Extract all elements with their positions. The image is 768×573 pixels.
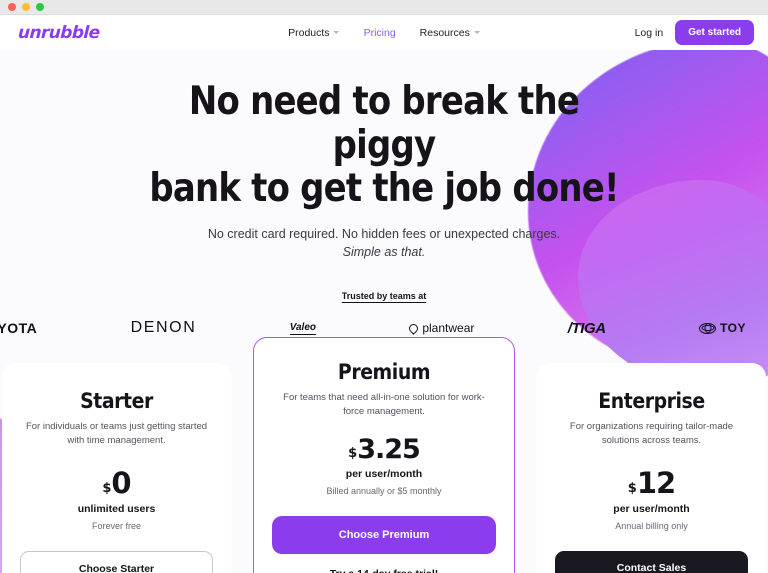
choose-starter-button[interactable]: Choose Starter	[20, 550, 213, 573]
nav-label-pricing: Pricing	[363, 26, 396, 39]
plan-price-note-premium: Billed annually or $5 monthly	[326, 485, 442, 496]
brand-text-toyota-partial: OYOTA	[0, 320, 38, 337]
hero-section: No need to break the piggy bank to get t…	[0, 50, 768, 337]
nav-item-resources[interactable]: Resources	[420, 27, 480, 39]
page-title: No need to break the piggy bank to get t…	[140, 80, 627, 211]
get-started-button[interactable]: Get started	[675, 20, 754, 45]
nav-label-resources: Resources	[419, 26, 470, 39]
currency-symbol: $	[102, 480, 112, 496]
brand-text-valeo: Valeo	[289, 321, 316, 333]
currency-symbol: $	[348, 445, 358, 461]
price-amount: 3.25	[357, 433, 421, 465]
nav-label-products: Products	[288, 26, 330, 39]
hero-subtitle: No credit card required. No hidden fees …	[0, 225, 768, 261]
plan-price-unit-enterprise: per user/month	[613, 502, 690, 515]
site-header: unrubble Products Pricing Resources Log …	[0, 15, 768, 50]
hero-subtitle-line-1: No credit card required. No hidden fees …	[207, 227, 561, 242]
plan-price-note-enterprise: Annual billing only	[615, 520, 688, 531]
pricing-cards: Starter For individuals or teams just ge…	[0, 337, 768, 573]
plan-price-starter: $ 0	[20, 465, 213, 500]
plan-price-unit-premium: per user/month	[345, 467, 423, 480]
plan-title-enterprise: Enterprise	[598, 389, 705, 413]
price-amount: 12	[636, 465, 676, 500]
plan-price-block-premium: $ 3.25 per user/month Billed annually or…	[272, 436, 496, 496]
plan-price-block-enterprise: $ 12 per user/month Annual billing only	[555, 465, 748, 531]
page-root: unrubble Products Pricing Resources Log …	[0, 0, 768, 573]
pricing-card-enterprise: Enterprise For organizations requiring t…	[537, 363, 766, 573]
price-amount: 0	[111, 465, 131, 500]
toyota-emblem-icon	[699, 322, 717, 334]
brand-text-stiga: /TIGA	[567, 319, 606, 337]
leaf-icon	[407, 321, 421, 335]
headline-line-1: No need to break the piggy	[188, 79, 580, 168]
contact-sales-button[interactable]: Contact Sales	[555, 550, 748, 573]
nav-item-pricing[interactable]: Pricing	[364, 27, 396, 39]
trusted-logos-row: OYOTA DENON Valeo plantwear /TIGA TOY	[0, 319, 754, 337]
brand-text-plantwear: plantwear	[422, 321, 475, 336]
plan-price-block-starter: $ 0 unlimited users Forever free	[20, 465, 213, 531]
plan-price-unit-starter: unlimited users	[77, 502, 156, 515]
pricing-card-starter: Starter For individuals or teams just ge…	[2, 363, 231, 573]
chevron-down-icon	[333, 31, 340, 34]
brand-text-denon: DENON	[130, 319, 197, 337]
pricing-card-premium: Premium For teams that need all-in-one s…	[253, 337, 515, 573]
brand-logo-denon: DENON	[131, 319, 197, 337]
minimize-window-icon[interactable]	[22, 3, 30, 11]
brand-logo-toyota-partial: OYOTA	[0, 320, 37, 336]
window-chrome	[0, 0, 768, 15]
plan-title-premium: Premium	[337, 360, 431, 384]
currency-symbol: $	[627, 480, 637, 496]
maximize-window-icon[interactable]	[36, 3, 44, 11]
plan-price-premium: $ 3.25	[272, 436, 496, 463]
plan-title-starter: Starter	[80, 389, 153, 413]
headline-line-2: bank to get the job done!	[149, 166, 619, 212]
login-link[interactable]: Log in	[635, 27, 664, 39]
plan-description-enterprise: For organizations requiring tailor-made …	[569, 421, 734, 447]
brand-text-toyota: TOY	[720, 321, 746, 336]
brand-logo-valeo: Valeo	[289, 321, 316, 335]
main-navigation: Products Pricing Resources	[288, 27, 480, 39]
close-window-icon[interactable]	[8, 3, 16, 11]
brand-logo-toyota: TOY	[699, 321, 746, 335]
brand-logo-stiga: /TIGA	[568, 320, 606, 337]
plan-price-enterprise: $ 12	[555, 465, 748, 500]
free-trial-link[interactable]: Try a 14-day free trial!	[272, 568, 496, 573]
plan-description-premium: For teams that need all-in-one solution …	[283, 392, 485, 418]
brand-logo[interactable]: unrubble	[17, 23, 100, 43]
plan-description-starter: For individuals or teams just getting st…	[25, 421, 208, 447]
nav-item-products[interactable]: Products	[288, 26, 340, 39]
brand-logo-plantwear: plantwear	[407, 321, 475, 336]
choose-premium-button[interactable]: Choose Premium	[272, 515, 496, 554]
chevron-down-icon	[473, 31, 480, 34]
hero-subtitle-line-2: Simple as that.	[342, 245, 426, 260]
header-actions: Log in Get started	[635, 20, 754, 45]
trusted-by-label: Trusted by teams at	[341, 291, 427, 302]
plan-price-note-starter: Forever free	[91, 520, 142, 531]
